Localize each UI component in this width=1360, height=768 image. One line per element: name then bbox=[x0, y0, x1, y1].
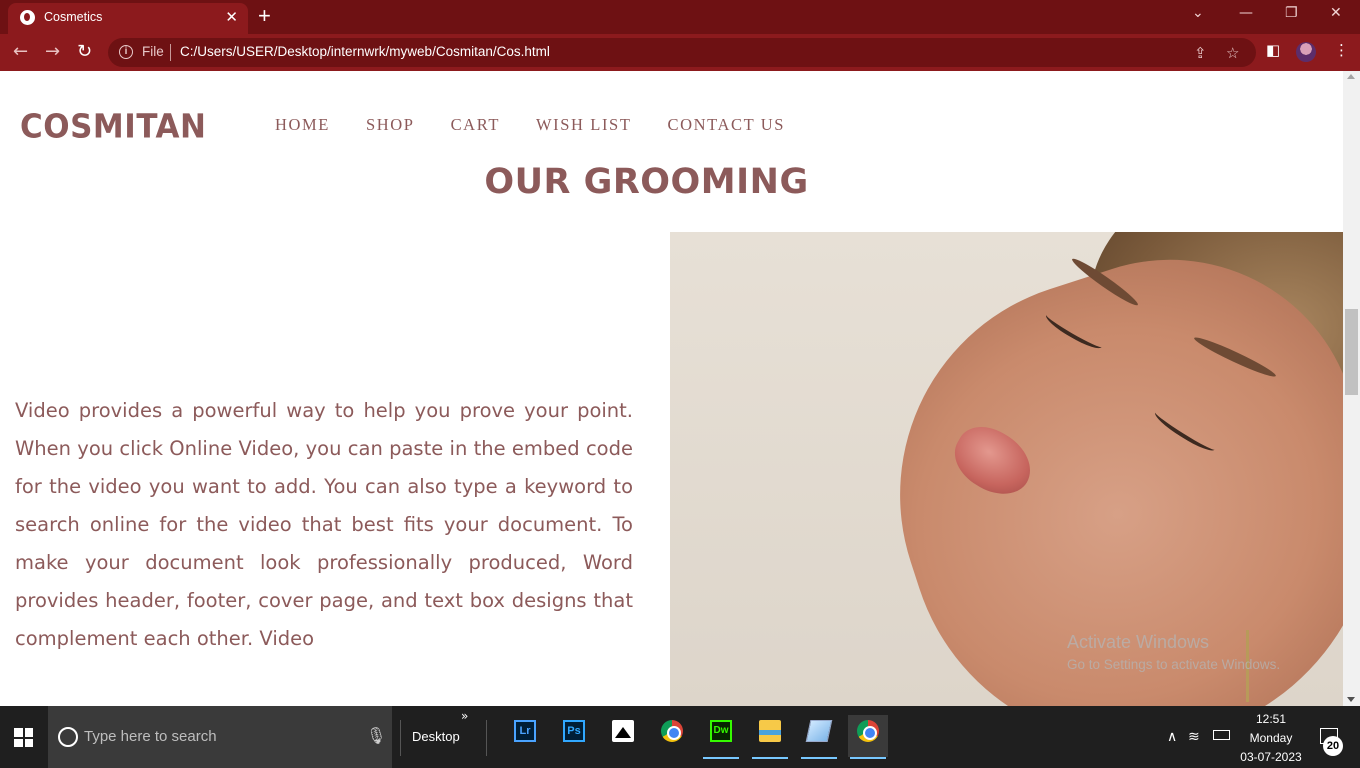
bookmark-star-icon[interactable]: ☆ bbox=[1226, 44, 1239, 62]
dreamweaver-icon: Dw bbox=[710, 720, 732, 742]
nav-cart[interactable]: CART bbox=[451, 115, 500, 135]
photoshop-app[interactable]: Ps bbox=[554, 715, 594, 757]
back-arrow-icon[interactable]: ← bbox=[13, 40, 28, 64]
taskbar-divider bbox=[400, 720, 401, 756]
new-tab-button[interactable]: + bbox=[258, 4, 271, 28]
activate-windows-watermark: Activate Windows Go to Settings to activ… bbox=[1067, 632, 1280, 672]
tab-title: Cosmetics bbox=[44, 10, 103, 24]
show-hidden-icons-icon[interactable]: ∧ bbox=[1167, 728, 1177, 745]
lightroom-icon: Lr bbox=[514, 720, 536, 742]
forward-arrow-icon[interactable]: → bbox=[45, 40, 60, 64]
clock-time: 12:51 bbox=[1255, 712, 1287, 726]
scroll-thumb[interactable] bbox=[1345, 309, 1358, 395]
browser-tab[interactable]: Cosmetics ✕ bbox=[8, 3, 248, 34]
windows-taskbar: Type here to search 🎙 Desktop » Lr Ps Dw… bbox=[0, 706, 1360, 768]
search-placeholder: Type here to search bbox=[84, 728, 217, 745]
cortana-icon bbox=[58, 727, 78, 747]
notepad-icon bbox=[805, 720, 833, 742]
watermark-subtitle: Go to Settings to activate Windows. bbox=[1067, 657, 1281, 672]
watermark-title: Activate Windows bbox=[1067, 632, 1210, 652]
dreamweaver-app[interactable]: Dw bbox=[701, 715, 741, 759]
page-scrollbar[interactable] bbox=[1343, 71, 1360, 706]
windows-start-icon[interactable] bbox=[14, 728, 33, 747]
chrome-icon bbox=[661, 720, 683, 742]
side-panel-icon[interactable]: ◧ bbox=[1266, 41, 1280, 59]
system-clock[interactable]: 12:51 Monday 03-07-2023 bbox=[1236, 710, 1306, 767]
intro-paragraph: Video provides a powerful way to help yo… bbox=[15, 399, 633, 650]
chevron-right-icon[interactable]: » bbox=[461, 709, 468, 723]
lightroom-app[interactable]: Lr bbox=[505, 715, 545, 757]
notification-count-badge: 20 bbox=[1323, 736, 1343, 756]
scroll-up-icon[interactable] bbox=[1347, 74, 1355, 79]
web-page: COSMITAN HOME SHOP CART WISH LIST CONTAC… bbox=[0, 71, 1343, 706]
photos-app[interactable] bbox=[603, 715, 643, 757]
folder-icon bbox=[759, 720, 781, 742]
taskbar-search[interactable]: Type here to search 🎙 bbox=[48, 706, 392, 768]
photos-icon bbox=[612, 720, 634, 742]
battery-icon[interactable] bbox=[1213, 730, 1230, 740]
site-logo[interactable]: COSMITAN bbox=[20, 108, 207, 146]
minimize-button[interactable]: — bbox=[1239, 5, 1253, 21]
share-icon[interactable]: ⇪ bbox=[1194, 44, 1207, 62]
nav-shop[interactable]: SHOP bbox=[366, 115, 415, 135]
main-nav: HOME SHOP CART WISH LIST CONTACT US bbox=[275, 115, 821, 135]
close-tab-icon[interactable]: ✕ bbox=[225, 7, 238, 27]
desktop-toolbar-label[interactable]: Desktop bbox=[412, 729, 460, 744]
taskbar-divider bbox=[486, 720, 487, 756]
info-icon[interactable]: i bbox=[119, 45, 133, 59]
restore-button[interactable]: ❐ bbox=[1285, 5, 1298, 21]
chrome-app[interactable] bbox=[652, 715, 692, 757]
chrome-icon bbox=[857, 720, 879, 742]
clock-day: Monday bbox=[1249, 731, 1293, 745]
browser-toolbar: ← → ↻ i File C:/Users/USER/Desktop/inter… bbox=[0, 34, 1360, 71]
address-separator bbox=[170, 44, 171, 61]
photoshop-icon: Ps bbox=[563, 720, 585, 742]
clock-date: 03-07-2023 bbox=[1240, 750, 1302, 764]
close-window-button[interactable]: ✕ bbox=[1330, 5, 1342, 21]
profile-avatar[interactable] bbox=[1296, 42, 1316, 62]
address-bar[interactable]: i File C:/Users/USER/Desktop/internwrk/m… bbox=[108, 38, 1256, 67]
url-text[interactable]: C:/Users/USER/Desktop/internwrk/myweb/Co… bbox=[180, 44, 550, 59]
tab-search-icon[interactable]: ⌄ bbox=[1192, 5, 1204, 21]
reload-icon[interactable]: ↻ bbox=[77, 40, 92, 64]
chrome-active-app[interactable] bbox=[848, 715, 888, 759]
network-icon[interactable]: ≋ bbox=[1188, 728, 1200, 745]
nav-contact-us[interactable]: CONTACT US bbox=[668, 115, 786, 135]
nav-wish-list[interactable]: WISH LIST bbox=[536, 115, 632, 135]
scroll-down-icon[interactable] bbox=[1347, 697, 1355, 702]
more-menu-icon[interactable]: ⋮ bbox=[1334, 41, 1349, 59]
microphone-icon[interactable]: 🎙 bbox=[366, 726, 386, 745]
file-scheme-label: File bbox=[142, 44, 164, 59]
notepad-app[interactable] bbox=[799, 715, 839, 759]
file-explorer-app[interactable] bbox=[750, 715, 790, 759]
tab-strip: Cosmetics ✕ + ⌄ — ❐ ✕ bbox=[0, 0, 1360, 34]
globe-icon bbox=[20, 10, 35, 25]
nav-home[interactable]: HOME bbox=[275, 115, 330, 135]
section-heading: OUR GROOMING bbox=[484, 162, 809, 202]
